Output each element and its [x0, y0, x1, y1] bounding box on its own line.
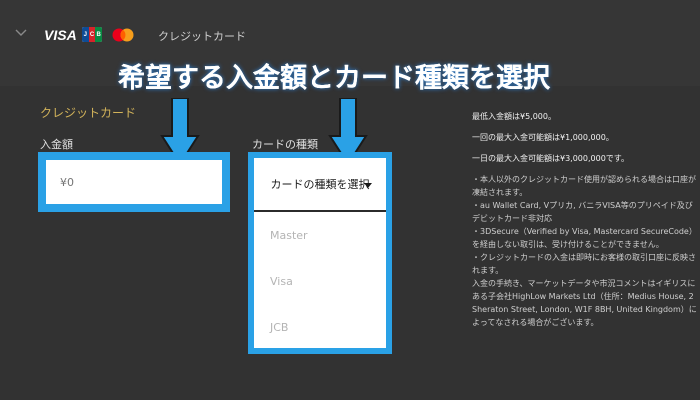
- overlay-headline: 希望する入金額とカード種類を選択: [118, 56, 558, 96]
- chevron-down-icon[interactable]: [14, 26, 28, 40]
- amount-highlight: [38, 152, 230, 212]
- limit-per-transaction: 一回の最大入金可能額は¥1,000,000。: [472, 133, 614, 142]
- note-item: ・au Wallet Card, Vプリカ, バニラVISA等のプリペイド及びデ…: [472, 201, 693, 223]
- header-title: クレジットカード: [158, 30, 246, 43]
- visa-logo: VISA: [44, 27, 77, 43]
- card-type-dropdown: カードの種類を選択 Master Visa JCB: [254, 158, 386, 348]
- overlay-headline-text: 希望する入金額とカード種類を選択: [118, 63, 550, 94]
- limit-min: 最低入金額は¥5,000。: [472, 112, 556, 121]
- note-item: ・本人以外のクレジットカード使用が認められる場合は口座が凍結されます。: [472, 175, 696, 197]
- section-title: クレジットカード: [40, 106, 137, 120]
- limit-per-day: 一日の最大入金可能額は¥3,000,000です。: [472, 154, 630, 163]
- caret-down-icon: [364, 183, 372, 188]
- amount-label: 入金額: [40, 138, 73, 151]
- card-type-highlight: カードの種類を選択 Master Visa JCB: [248, 152, 392, 354]
- card-option-master[interactable]: Master: [254, 212, 386, 258]
- note-item: ・3DSecure（Verified by Visa, Mastercard S…: [472, 227, 697, 249]
- card-option-jcb[interactable]: JCB: [254, 304, 386, 350]
- note-item: ・クレジットカードの入金は即時にお客様の取引口座に反映されます。: [472, 253, 696, 275]
- card-type-label: カードの種類: [252, 138, 318, 151]
- card-type-selected: カードの種類を選択: [270, 178, 370, 191]
- card-option-visa[interactable]: Visa: [254, 258, 386, 304]
- amount-input[interactable]: [46, 160, 222, 204]
- jcb-logo: J C B: [82, 27, 102, 42]
- note-item: 入金の手続き、マーケットデータや市況コメントはイギリスにある子会社HighLow…: [472, 279, 697, 327]
- card-type-select[interactable]: カードの種類を選択: [254, 158, 386, 212]
- mastercard-logo-icon: [112, 28, 134, 42]
- info-panel: 最低入金額は¥5,000。 一回の最大入金可能額は¥1,000,000。 一日の…: [472, 110, 698, 329]
